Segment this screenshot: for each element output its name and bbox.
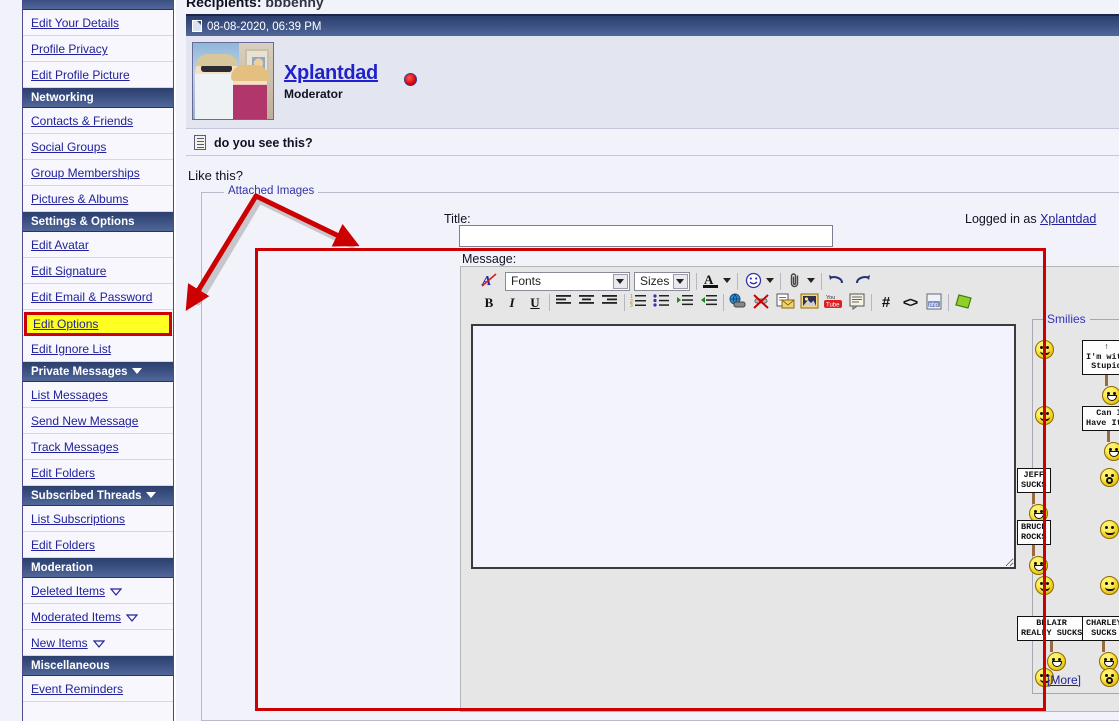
annotation-highlight-edit-options: Edit Options <box>24 312 172 336</box>
annotation-highlight-label: Edit Options <box>33 317 99 331</box>
annotation-rectangle-message-editor <box>255 248 1046 711</box>
